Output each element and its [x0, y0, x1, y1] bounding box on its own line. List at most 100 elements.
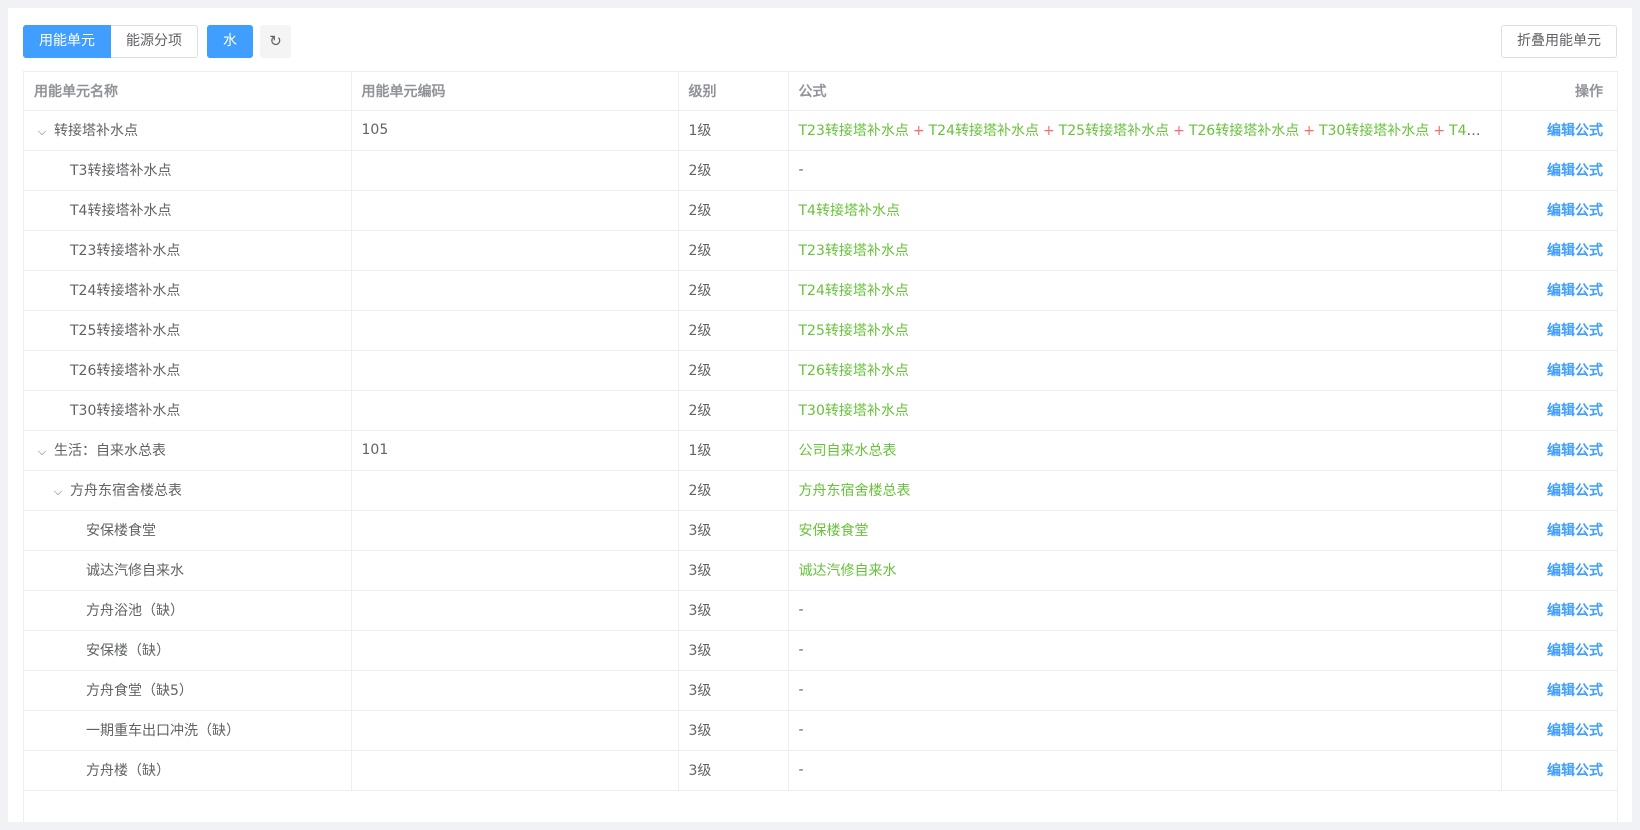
header-action: 操作 [1501, 72, 1617, 111]
edit-formula-link[interactable]: 编辑公式 [1547, 643, 1603, 659]
edit-formula-link[interactable]: 编辑公式 [1547, 203, 1603, 219]
unit-name-label: 方舟食堂（缺5） [86, 683, 193, 699]
formula-operator: + [1042, 123, 1055, 139]
cell-action: 编辑公式 [1501, 110, 1617, 151]
header-name: 用能单元名称 [24, 72, 352, 111]
formula-operator: + [1173, 123, 1185, 139]
formula-term: T23转接塔补水点 [798, 243, 909, 259]
table-row[interactable]: 诚达汽修自来水 3级 诚达汽修自来水 编辑公式 [24, 550, 1617, 591]
unit-name-label: 生活：自来水总表 [54, 443, 166, 459]
tab-energy-units[interactable]: 用能单元 [23, 25, 111, 58]
edit-formula-link[interactable]: 编辑公式 [1547, 683, 1603, 699]
table-row[interactable]: T26转接塔补水点 2级 T26转接塔补水点 编辑公式 [24, 350, 1617, 391]
chevron-down-icon[interactable]: ⌵ [50, 485, 66, 499]
table-row[interactable]: ⌵ 转接塔补水点 105 1级 T23转接塔补水点 + T24转接塔补水点 + T25转接塔补水… [24, 110, 1617, 151]
cell-unit-name: 诚达汽修自来水 [24, 550, 352, 591]
table-row[interactable]: T25转接塔补水点 2级 T25转接塔补水点 编辑公式 [24, 310, 1617, 351]
cell-unit-name: 方舟浴池（缺） [24, 590, 352, 631]
table-row[interactable]: T23转接塔补水点 2级 T23转接塔补水点 编辑公式 [24, 230, 1617, 271]
table-row[interactable]: ⌵ 方舟东宿舍楼总表 2级 方舟东宿舍楼总表 编辑公式 [24, 470, 1617, 511]
cell-unit-code [351, 750, 679, 791]
edit-formula-link[interactable]: 编辑公式 [1547, 363, 1603, 379]
table-row[interactable]: 方舟浴池（缺） 3级 - 编辑公式 [24, 590, 1617, 631]
edit-formula-link[interactable]: 编辑公式 [1547, 163, 1603, 179]
cell-level: 2级 [678, 310, 789, 351]
cell-unit-name: 安保楼食堂 [24, 510, 352, 551]
cell-formula: - [788, 750, 1502, 791]
refresh-button[interactable]: ↻ [260, 25, 291, 58]
table-row[interactable]: 方舟食堂（缺5） 3级 - 编辑公式 [24, 670, 1617, 711]
chevron-down-icon[interactable]: ⌵ [34, 445, 50, 459]
unit-name-label: 诚达汽修自来水 [86, 563, 184, 579]
table-header-row: 用能单元名称 用能单元编码 级别 公式 操作 [24, 72, 1617, 111]
edit-formula-link[interactable]: 编辑公式 [1547, 763, 1603, 779]
cell-action: 编辑公式 [1501, 670, 1617, 711]
edit-formula-link[interactable]: 编辑公式 [1547, 403, 1603, 419]
cell-formula: T26转接塔补水点 [788, 350, 1502, 391]
unit-name-label: T4转接塔补水点 [70, 203, 172, 219]
unit-name-label: 安保楼（缺） [86, 643, 170, 659]
edit-formula-link[interactable]: 编辑公式 [1547, 443, 1603, 459]
edit-formula-link[interactable]: 编辑公式 [1547, 243, 1603, 259]
table-row[interactable]: T24转接塔补水点 2级 T24转接塔补水点 编辑公式 [24, 270, 1617, 311]
cell-level: 2级 [678, 230, 789, 271]
unit-name-label: 方舟东宿舍楼总表 [70, 483, 182, 499]
table-row[interactable]: 一期重车出口冲洗（缺） 3级 - 编辑公式 [24, 710, 1617, 751]
cell-action: 编辑公式 [1501, 550, 1617, 591]
cell-formula: 公司自来水总表 [788, 430, 1502, 471]
cell-unit-name: T24转接塔补水点 [24, 270, 352, 311]
formula-empty: - [798, 762, 804, 778]
formula-term: T4转接塔补水点 [1449, 123, 1500, 139]
cell-action: 编辑公式 [1501, 430, 1617, 471]
table-row[interactable]: 安保楼（缺） 3级 - 编辑公式 [24, 630, 1617, 671]
edit-formula-link[interactable]: 编辑公式 [1547, 523, 1603, 539]
table-row[interactable]: T30转接塔补水点 2级 T30转接塔补水点 编辑公式 [24, 390, 1617, 431]
cell-unit-name: ⌵ 方舟东宿舍楼总表 [24, 470, 352, 511]
table-row[interactable]: T4转接塔补水点 2级 T4转接塔补水点 编辑公式 [24, 190, 1617, 231]
cell-unit-code [351, 630, 679, 671]
cell-unit-code [351, 710, 679, 751]
edit-formula-link[interactable]: 编辑公式 [1547, 123, 1603, 139]
cell-formula: T25转接塔补水点 [788, 310, 1502, 351]
edit-formula-link[interactable]: 编辑公式 [1547, 603, 1603, 619]
formula-term: T26转接塔补水点 [798, 363, 909, 379]
cell-unit-name: ⌵ 转接塔补水点 [24, 110, 352, 151]
fold-units-button[interactable]: 折叠用能单元 [1501, 25, 1617, 58]
unit-name-label: T30转接塔补水点 [70, 403, 181, 419]
table-row[interactable]: 方舟楼（缺） 3级 - 编辑公式 [24, 750, 1617, 791]
edit-formula-link[interactable]: 编辑公式 [1547, 563, 1603, 579]
cell-unit-code [351, 670, 679, 711]
cell-level: 3级 [678, 670, 789, 711]
header-formula: 公式 [788, 72, 1502, 111]
edit-formula-link[interactable]: 编辑公式 [1547, 283, 1603, 299]
cell-level: 2级 [678, 150, 789, 191]
edit-formula-link[interactable]: 编辑公式 [1547, 323, 1603, 339]
cell-unit-name: 安保楼（缺） [24, 630, 352, 671]
table-row[interactable]: T3转接塔补水点 2级 - 编辑公式 [24, 150, 1617, 191]
cell-level: 2级 [678, 270, 789, 311]
water-type-button[interactable]: 水 [207, 25, 253, 58]
cell-unit-name: T25转接塔补水点 [24, 310, 352, 351]
chevron-down-icon[interactable]: ⌵ [34, 125, 50, 139]
cell-formula: T24转接塔补水点 [788, 270, 1502, 311]
edit-formula-link[interactable]: 编辑公式 [1547, 483, 1603, 499]
cell-level: 3级 [678, 630, 789, 671]
formula-empty: - [798, 642, 804, 658]
cell-unit-code [351, 230, 679, 271]
cell-unit-name: 方舟食堂（缺5） [24, 670, 352, 711]
table-body: ⌵ 转接塔补水点 105 1级 T23转接塔补水点 + T24转接塔补水点 + T25转接塔补水… [24, 110, 1617, 791]
cell-action: 编辑公式 [1501, 150, 1617, 191]
unit-name-label: T24转接塔补水点 [70, 283, 181, 299]
table-row[interactable]: ⌵ 生活：自来水总表 101 1级 公司自来水总表 编辑公式 [24, 430, 1617, 471]
table-row[interactable]: 安保楼食堂 3级 安保楼食堂 编辑公式 [24, 510, 1617, 551]
formula-term: T24转接塔补水点 [798, 283, 909, 299]
cell-unit-name: 一期重车出口冲洗（缺） [24, 710, 352, 751]
cell-action: 编辑公式 [1501, 310, 1617, 351]
cell-level: 2级 [678, 190, 789, 231]
unit-name-label: 转接塔补水点 [54, 123, 138, 139]
edit-formula-link[interactable]: 编辑公式 [1547, 723, 1603, 739]
tab-energy-items[interactable]: 能源分项 [111, 25, 198, 58]
formula-operator: + [1433, 123, 1446, 139]
cell-action: 编辑公式 [1501, 710, 1617, 751]
cell-unit-name: T30转接塔补水点 [24, 390, 352, 431]
